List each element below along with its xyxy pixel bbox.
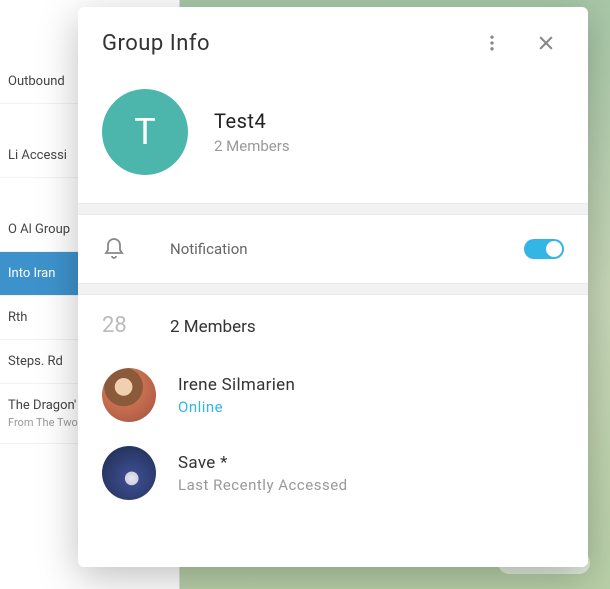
group-summary: T Test4 2 Members — [78, 71, 588, 203]
group-member-count: 2 Members — [214, 137, 290, 155]
members-header: 28 2 Members — [102, 313, 564, 338]
sidebar-item-label: Steps. Rd — [8, 354, 63, 369]
group-avatar-letter: T — [134, 111, 155, 153]
members-section: 28 2 Members Irene Silmarien Online Save… — [78, 295, 588, 530]
notification-label: Notification — [170, 240, 524, 258]
more-options-button[interactable] — [474, 25, 510, 61]
member-row[interactable]: Save * Last Recently Accessed — [102, 434, 564, 512]
modal-title: Group Info — [102, 31, 474, 56]
close-icon — [536, 33, 556, 53]
sidebar-item-label: Rth — [8, 310, 27, 325]
bell-icon — [102, 237, 126, 261]
member-status: Last Recently Accessed — [178, 476, 348, 494]
modal-header: Group Info — [78, 7, 588, 71]
notification-row: Notification — [78, 215, 588, 283]
sidebar-item-label: Into Iran — [8, 266, 55, 281]
divider — [78, 203, 588, 215]
member-name: Irene Silmarien — [178, 375, 295, 395]
more-vertical-icon — [482, 33, 502, 53]
sidebar-item-label: The Dragon' — [8, 398, 76, 413]
header-actions — [474, 25, 564, 61]
members-section-number: 28 — [102, 313, 142, 338]
bell-icon-wrap — [102, 237, 142, 261]
members-section-title: 2 Members — [170, 317, 256, 337]
notification-toggle[interactable] — [524, 239, 564, 259]
member-name: Save * — [178, 453, 348, 473]
member-avatar — [102, 368, 156, 422]
close-button[interactable] — [528, 25, 564, 61]
group-meta: Test4 2 Members — [214, 109, 290, 155]
member-status: Online — [178, 398, 295, 416]
member-info: Irene Silmarien Online — [178, 375, 295, 416]
member-row[interactable]: Irene Silmarien Online — [102, 356, 564, 434]
group-name: Test4 — [214, 109, 290, 133]
group-info-modal: Group Info T Test4 2 Members — [78, 7, 588, 567]
group-avatar[interactable]: T — [102, 89, 188, 175]
sidebar-item-label: Li Accessi — [8, 148, 67, 163]
sidebar-item-label: O Al Group — [8, 222, 70, 237]
member-avatar — [102, 446, 156, 500]
sidebar-item-label: Outbound — [8, 74, 65, 89]
divider — [78, 283, 588, 295]
member-info: Save * Last Recently Accessed — [178, 453, 348, 494]
